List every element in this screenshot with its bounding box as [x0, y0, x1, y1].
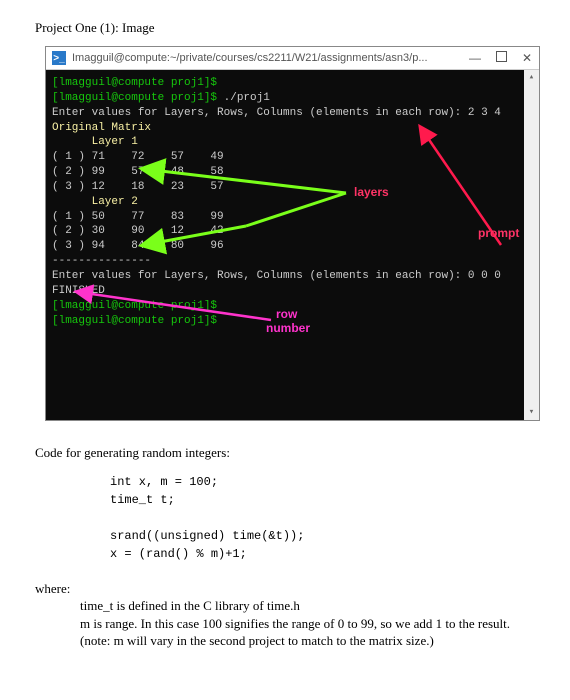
- prompt-line: [lmagguil@compute proj1]$: [52, 92, 217, 104]
- annotation-prompt: prompt: [478, 225, 519, 241]
- code-line: time_t t;: [110, 491, 535, 509]
- matrix-row: ( 2 ) 99 57 48 58: [52, 165, 539, 180]
- original-matrix-label: Original Matrix: [52, 121, 539, 136]
- maximize-button[interactable]: [495, 51, 507, 65]
- scroll-up-icon[interactable]: ▴: [524, 70, 539, 85]
- annotation-number: number: [266, 320, 310, 336]
- layer-label: Layer 2: [52, 195, 539, 210]
- matrix-row: ( 1 ) 50 77 83 99: [52, 210, 539, 225]
- enter-values-line: Enter values for Layers, Rows, Columns (…: [52, 269, 539, 284]
- where-label: where:: [35, 581, 535, 597]
- annotation-layers: layers: [354, 184, 389, 200]
- matrix-row: ( 1 ) 71 72 57 49: [52, 150, 539, 165]
- where-line: m is range. In this case 100 signifies t…: [80, 615, 535, 633]
- close-button[interactable]: ✕: [521, 51, 533, 65]
- blank-line: [110, 509, 535, 527]
- terminal-icon: >_: [52, 51, 66, 65]
- terminal-body: [lmagguil@compute proj1]$ [lmagguil@comp…: [46, 70, 539, 420]
- window-titlebar: >_ Imagguil@compute:~/private/courses/cs…: [46, 47, 539, 70]
- matrix-row: ( 3 ) 94 84 80 96: [52, 239, 539, 254]
- code-section-title: Code for generating random integers:: [35, 445, 535, 461]
- code-line: x = (rand() % m)+1;: [110, 545, 535, 563]
- prompt-line: [lmagguil@compute proj1]$: [52, 77, 217, 89]
- vertical-scrollbar[interactable]: ▴ ▾: [524, 70, 539, 420]
- matrix-row: ( 3 ) 12 18 23 57: [52, 180, 539, 195]
- where-line: time_t is defined in the C library of ti…: [80, 597, 535, 615]
- window-title: Imagguil@compute:~/private/courses/cs221…: [72, 52, 469, 64]
- matrix-row: ( 2 ) 30 90 12 42: [52, 224, 539, 239]
- divider-dots: ---------------: [52, 254, 539, 269]
- terminal-window: >_ Imagguil@compute:~/private/courses/cs…: [45, 46, 540, 421]
- scroll-down-icon[interactable]: ▾: [524, 405, 539, 420]
- where-line: (note: m will vary in the second project…: [80, 632, 535, 650]
- layer-label: Layer 1: [52, 135, 539, 150]
- finished-line: FINISHED: [52, 284, 539, 299]
- code-line: int x, m = 100;: [110, 473, 535, 491]
- code-line: srand((unsigned) time(&t));: [110, 527, 535, 545]
- enter-values-line: Enter values for Layers, Rows, Columns (…: [52, 106, 539, 121]
- minimize-button[interactable]: —: [469, 51, 481, 65]
- page-title: Project One (1): Image: [35, 20, 535, 36]
